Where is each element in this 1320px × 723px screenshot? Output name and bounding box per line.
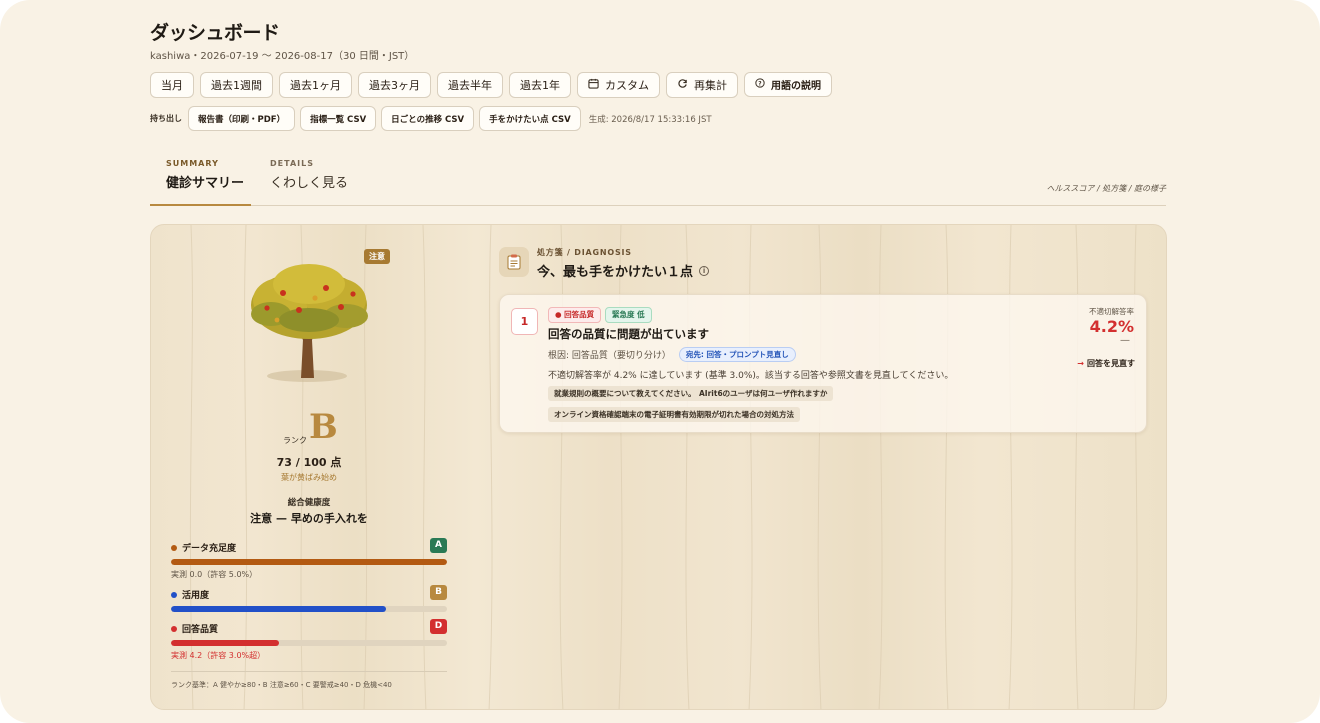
diagnosis-card: 1 ● 回答品質 緊急度 低 回答の品質に問題が出ています 根因: 回答品質（要…	[499, 294, 1147, 433]
metric-bar-fill	[171, 606, 387, 612]
metric-name: 活用度	[182, 591, 210, 601]
category-tag: ● 回答品質	[548, 307, 602, 323]
metric-grade-badge: D	[430, 619, 447, 634]
health-score-note: 葉が黄ばみ始め	[281, 473, 337, 482]
metric-grade-badge: A	[430, 538, 447, 553]
urgency-tag: 緊急度 低	[605, 307, 652, 323]
info-icon[interactable]: i	[699, 265, 710, 276]
metric-utilization: 活用度 B	[171, 585, 447, 612]
metric-name: データ充足度	[182, 544, 237, 554]
issue-cause: 根因: 回答品質（要切り分け）	[548, 351, 671, 361]
example-question-chip[interactable]: 就業規則の概要について教えてください。	[548, 386, 702, 401]
rank-criteria-footnote: ランク基準：A 健やか≥80・B 注意≥60・C 要警戒≥40・D 危機<40	[171, 671, 447, 690]
diagnosis-title-text: 今、最も手をかけたい１点	[537, 265, 694, 280]
metric-name: 回答品質	[182, 625, 219, 635]
tree-illustration	[251, 264, 368, 382]
example-question-chip[interactable]: オンライン資格確認端末の電子証明書有効期限が切れた場合の対処方法	[548, 407, 800, 422]
svg-text:?: ?	[758, 82, 761, 88]
tab-bar: SUMMARY 健診サマリー DETAILS くわしく見る ヘルススコア / 処…	[150, 155, 1166, 206]
metric-data-coverage: データ充足度 A 実測 0.0（許容 5.0%）	[171, 538, 447, 579]
metric-answer-quality: 回答品質 D 実測 4.2（許容 3.0%超）	[171, 619, 447, 660]
example-question-chip[interactable]: AIrit6のユーザは何ユーザ作れますか	[693, 386, 834, 401]
report-pdf-button[interactable]: 報告書（印刷・PDF）	[188, 106, 296, 131]
range-half-year-button[interactable]: 過去半年	[437, 72, 503, 98]
metric-value: 4.2%	[1089, 317, 1134, 336]
glossary-button[interactable]: ? 用語の説明	[744, 72, 832, 97]
overall-health-label: 総合健康度	[287, 498, 331, 508]
summary-panel: 注意 ランク B 73 / 100 点 葉が黄ばみ始め 総合健康度 注意 — 早…	[150, 224, 1167, 710]
review-answers-label: 回答を見直す	[1087, 359, 1135, 368]
calendar-icon	[588, 78, 599, 92]
metric-bar-fill	[171, 640, 279, 646]
metric-trend: —	[1120, 335, 1130, 346]
metric-note: 実測 0.0（許容 5.0%）	[171, 570, 258, 579]
app-frame: ダッシュボード kashiwa・2026-07-19 〜 2026-08-17（…	[0, 0, 1320, 723]
tab-details-label: くわしく見る	[270, 176, 349, 191]
metric-label: 不適切解答率	[1089, 307, 1134, 316]
series-dot	[171, 544, 177, 551]
page-title: ダッシュボード	[150, 22, 280, 44]
metric-bar-track	[171, 559, 447, 565]
metric-note: 実測 4.2（許容 3.0%超）	[171, 651, 266, 660]
tab-details[interactable]: DETAILS くわしく見る	[270, 155, 348, 206]
priority-number: 1	[511, 308, 538, 335]
issues-csv-button[interactable]: 手をかけたい点 CSV	[479, 106, 581, 131]
issue-description: 不適切解答率が 4.2% に達しています (基準 3.0%)。該当する回答や参照…	[548, 371, 954, 381]
issue-title: 回答の品質に問題が出ています	[548, 327, 709, 341]
custom-range-button[interactable]: カスタム	[577, 72, 660, 98]
overall-health-value: 注意 — 早めの手入れを	[250, 512, 368, 525]
metric-bar-track	[171, 606, 447, 612]
help-circle-icon: ?	[755, 78, 765, 91]
range-3month-button[interactable]: 過去3ヶ月	[358, 72, 431, 98]
health-score: 73 / 100 点	[276, 456, 342, 469]
health-score-column: 注意 ランク B 73 / 100 点 葉が黄ばみ始め 総合健康度 注意 — 早…	[151, 225, 471, 709]
metrics-csv-button[interactable]: 指標一覧 CSV	[300, 106, 377, 131]
issue-cause-row: 根因: 回答品質（要切り分け） 宛先: 回答・プロンプト見直し	[548, 347, 796, 362]
refresh-icon	[677, 78, 688, 92]
series-dot	[171, 591, 177, 598]
daily-csv-button[interactable]: 日ごとの推移 CSV	[381, 106, 475, 131]
diagnosis-title: 今、最も手をかけたい１点 i	[537, 261, 710, 280]
tab-details-sup: DETAILS	[270, 159, 314, 168]
arrow-right-icon: →	[1077, 359, 1084, 368]
diagnosis-section-label: 処方箋 / DIAGNOSIS	[537, 248, 632, 257]
range-this-month-button[interactable]: 当月	[150, 72, 194, 98]
section-breadcrumb: ヘルススコア / 処方箋 / 庭の様子	[1046, 184, 1166, 193]
series-dot	[171, 625, 177, 632]
tab-summary-sup: SUMMARY	[166, 159, 219, 168]
export-label: 持ち出し	[150, 114, 182, 123]
review-answers-link[interactable]: → 回答を見直す	[1077, 358, 1135, 369]
rank-grade: B	[309, 407, 338, 447]
custom-range-label: カスタム	[605, 79, 649, 92]
destination-tag: 宛先: 回答・プロンプト見直し	[678, 347, 796, 362]
recalculate-label: 再集計	[694, 79, 727, 92]
recalculate-button[interactable]: 再集計	[666, 72, 738, 98]
metric-bar-track	[171, 640, 447, 646]
glossary-label: 用語の説明	[771, 81, 821, 92]
rank-label: ランク	[283, 436, 307, 445]
range-1month-button[interactable]: 過去1ヶ月	[279, 72, 352, 98]
export-toolbar: 持ち出し 報告書（印刷・PDF） 指標一覧 CSV 日ごとの推移 CSV 手をか…	[150, 106, 712, 131]
metric-grade-badge: B	[430, 585, 447, 600]
generated-timestamp: 生成: 2026/8/17 15:33:16 JST	[588, 114, 712, 125]
tab-summary[interactable]: SUMMARY 健診サマリー	[150, 155, 251, 206]
range-toolbar: 当月 過去1週間 過去1ヶ月 過去3ヶ月 過去半年 過去1年 カスタム 再集計 …	[150, 72, 832, 98]
clipboard-icon	[499, 247, 529, 277]
metric-bar-fill	[171, 559, 447, 565]
tab-summary-label: 健診サマリー	[166, 176, 245, 191]
range-1week-button[interactable]: 過去1週間	[200, 72, 273, 98]
page-subtitle: kashiwa・2026-07-19 〜 2026-08-17（30 日間・JS…	[150, 51, 415, 62]
range-1year-button[interactable]: 過去1年	[509, 72, 571, 98]
